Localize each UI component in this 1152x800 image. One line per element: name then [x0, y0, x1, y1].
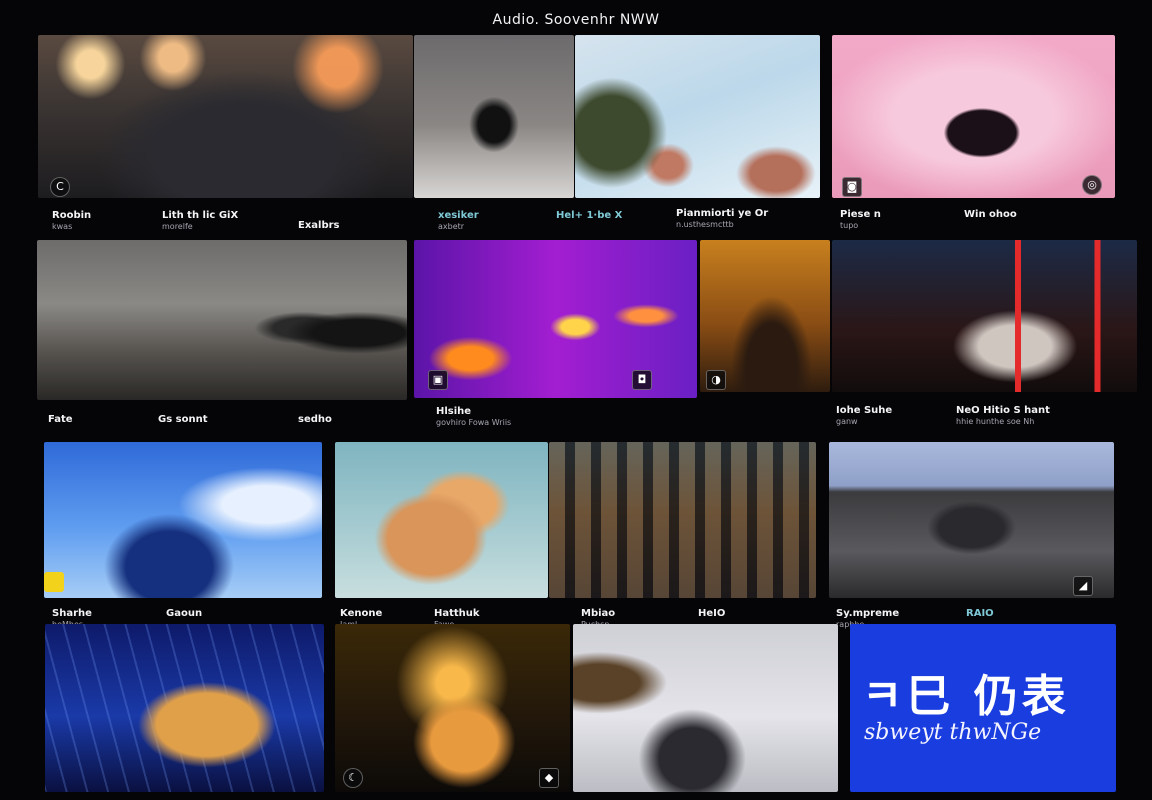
caption[interactable]: Fate: [48, 414, 73, 425]
caption[interactable]: Iohe Suhe ganw: [836, 405, 892, 427]
info-badge-icon[interactable]: ◎: [1082, 175, 1102, 195]
caption[interactable]: Exalbrs: [298, 220, 340, 231]
video-tile-red-neon[interactable]: [832, 240, 1137, 392]
caption[interactable]: RAIO: [966, 608, 994, 619]
promo-title: ㅋ巳 仍表: [862, 671, 1070, 722]
video-tile-bathroom[interactable]: [414, 35, 574, 198]
video-tile-amber-room[interactable]: ◑: [700, 240, 830, 392]
caption[interactable]: Lith th lic GiX morelfe: [162, 210, 238, 232]
video-tile-speaker-room[interactable]: C: [38, 35, 413, 198]
caption[interactable]: Gaoun: [166, 608, 202, 619]
caption[interactable]: HeIO: [698, 608, 725, 619]
video-tile-blurred-sketch[interactable]: [573, 624, 838, 792]
video-tile-ginger-cat[interactable]: [335, 442, 548, 598]
caption[interactable]: NeO Hitio S hant hhie hunthe soe Nh: [956, 405, 1050, 427]
video-tile-gallery[interactable]: [549, 442, 816, 598]
caption[interactable]: Piese n tupo: [840, 209, 881, 231]
play-badge-icon[interactable]: C: [50, 177, 70, 197]
caption[interactable]: Pianmiorti ye Or n.usthesmcttb: [676, 208, 768, 230]
caption[interactable]: Win ohoo: [964, 209, 1017, 220]
video-tile-snow-cat[interactable]: [575, 35, 820, 198]
caption[interactable]: Hlsihe govhiro Fowa Wriis: [436, 406, 511, 428]
video-tile-glow-cat[interactable]: ☾ ◆: [335, 624, 570, 792]
page-title: Audio. Soovenhr NWW: [492, 12, 660, 28]
play-badge-icon[interactable]: ◙: [842, 177, 862, 197]
caption[interactable]: xesiker axbetr: [438, 210, 479, 232]
info-badge-icon[interactable]: ◢: [1073, 576, 1093, 596]
info-badge-icon[interactable]: ◑: [706, 370, 726, 390]
video-tile-neon-stage[interactable]: ▣ ◘: [414, 240, 697, 398]
video-tile-studio[interactable]: [37, 240, 407, 400]
video-tile-pink-cat[interactable]: ◙ ◎: [832, 35, 1115, 198]
promo-tile[interactable]: ㅋ巳 仍表 sbweyt thwNGe: [850, 624, 1116, 792]
caption[interactable]: Gs sonnt: [158, 414, 207, 425]
night-badge-icon[interactable]: ☾: [343, 768, 363, 788]
video-tile-cyber-cat[interactable]: [45, 624, 324, 792]
diamond-badge-icon[interactable]: ◆: [539, 768, 559, 788]
video-tile-sky-catman[interactable]: [44, 442, 322, 598]
caption[interactable]: Hel+ 1·be X: [556, 210, 622, 221]
caption[interactable]: Roobin kwas: [52, 210, 91, 232]
queue-badge-icon[interactable]: ◘: [632, 370, 652, 390]
promo-subtitle: sbweyt thwNGe: [864, 720, 1042, 745]
video-tile-pyramid-field[interactable]: ◢: [829, 442, 1114, 598]
play-badge-icon[interactable]: ▣: [428, 370, 448, 390]
caption[interactable]: sedho: [298, 414, 332, 425]
highlight-badge-icon[interactable]: [44, 572, 64, 592]
